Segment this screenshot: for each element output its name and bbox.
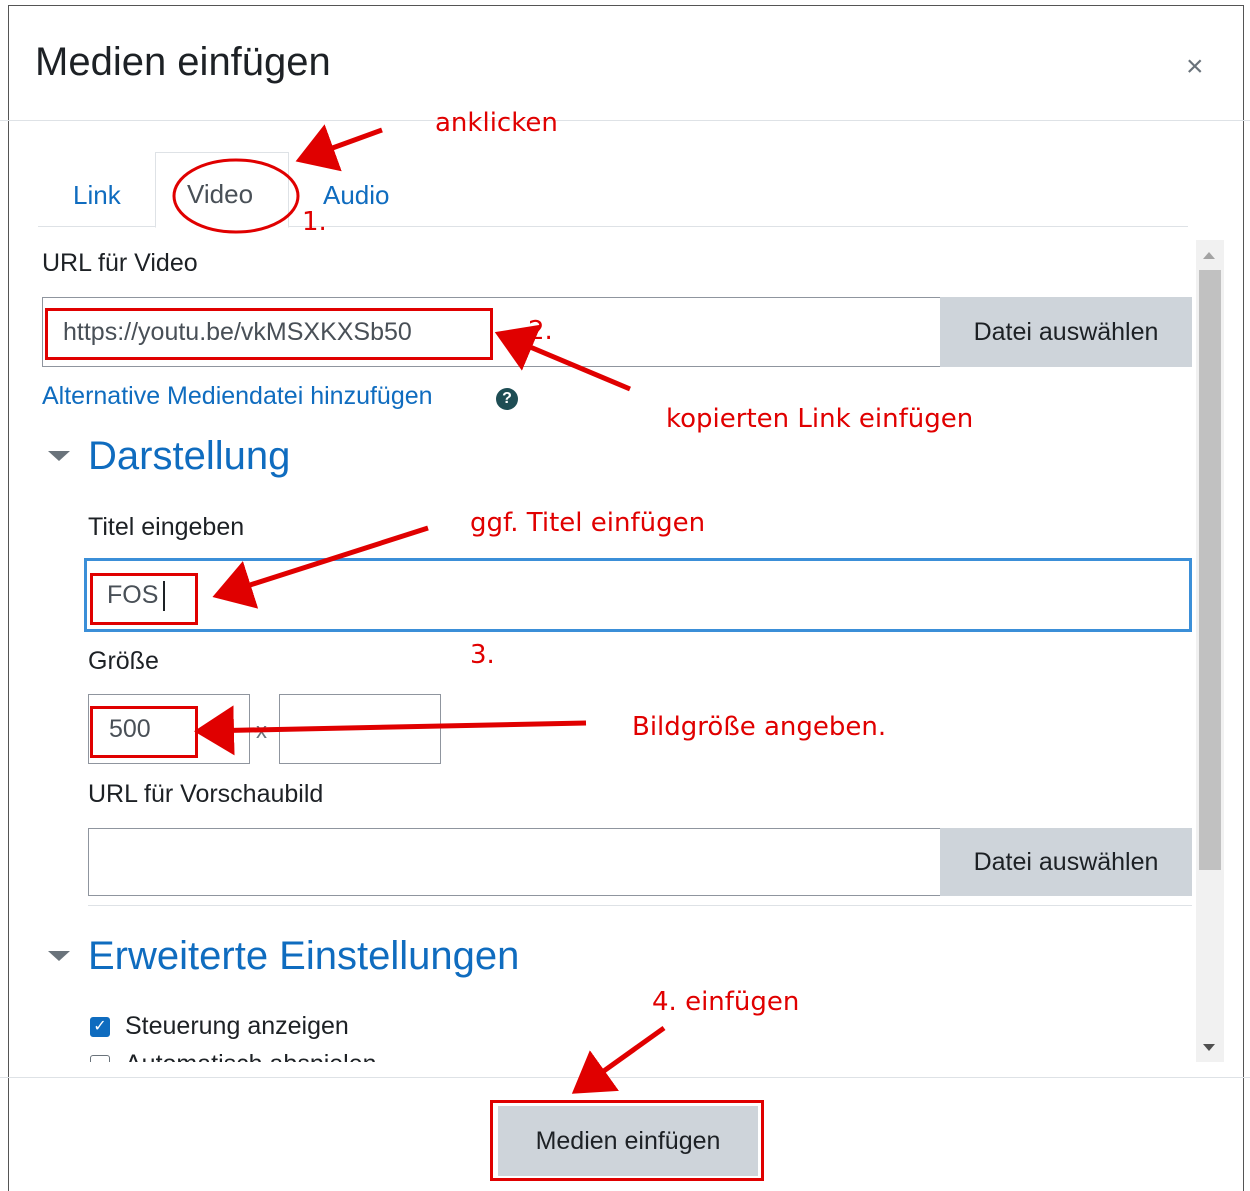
annotation-paste-link: kopierten Link einfügen — [666, 404, 974, 434]
url-highlight-box — [45, 308, 493, 360]
annotation-step2: 2. — [528, 316, 553, 346]
arrow-to-insert — [571, 1025, 666, 1094]
annotation-size-hint: Bildgröße angeben. — [632, 712, 887, 742]
arrow-to-title — [212, 525, 429, 609]
annotation-step3: 3. — [470, 640, 495, 670]
annotation-step4: 4. einfügen — [652, 987, 800, 1017]
annotation-step1: 1. — [302, 207, 327, 237]
insert-highlight-box — [490, 1100, 764, 1181]
video-tab-highlight-circle — [172, 158, 300, 234]
arrow-to-video-tab — [295, 124, 383, 172]
arrow-to-size — [194, 705, 587, 756]
annotation-anklicken: anklicken — [435, 108, 558, 138]
size-highlight-box — [90, 706, 198, 758]
arrow-to-url — [494, 324, 631, 392]
title-highlight-box — [90, 573, 198, 625]
annotation-title-hint: ggf. Titel einfügen — [470, 508, 706, 538]
